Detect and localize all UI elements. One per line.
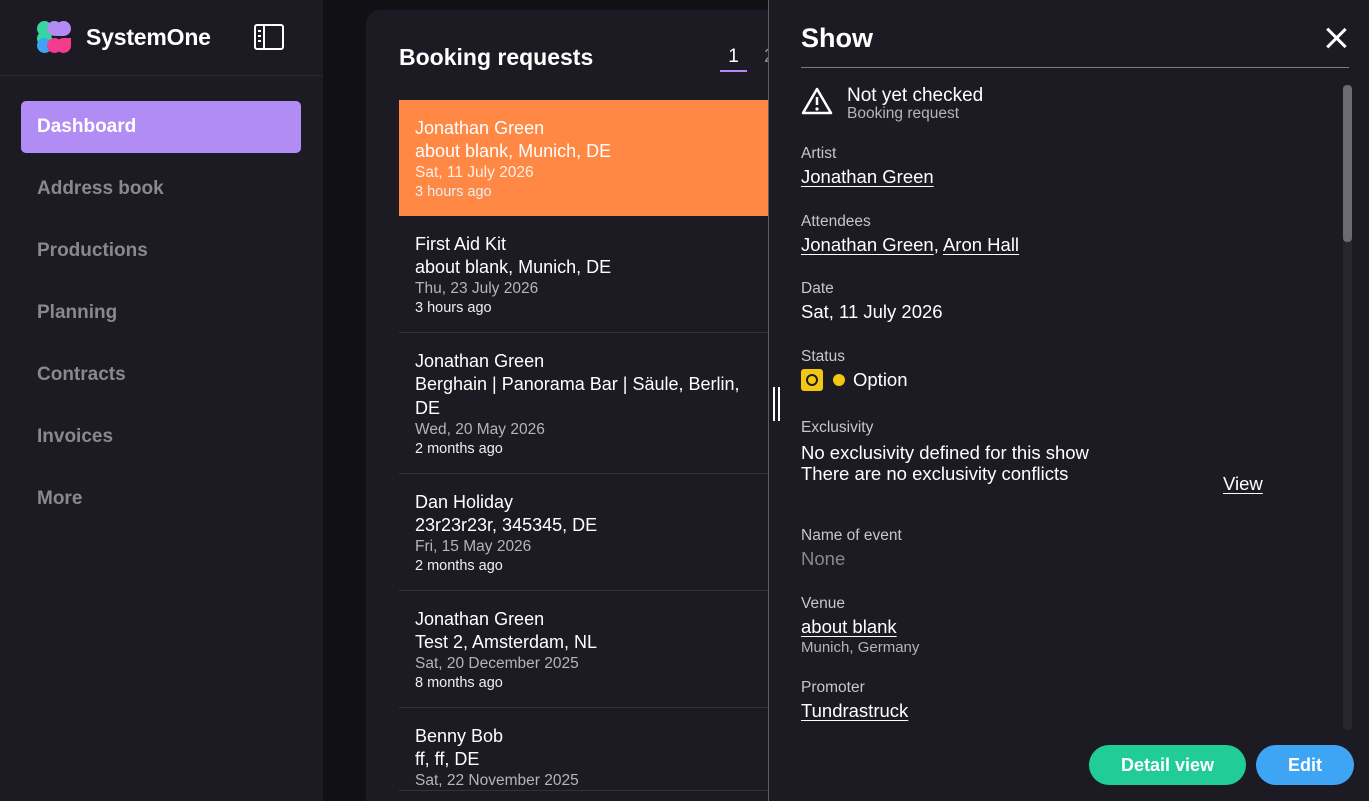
status-label: Status — [801, 348, 845, 365]
warning-subtitle: Booking request — [847, 105, 960, 122]
list-item[interactable]: Jonathan Green Test 2, Amsterdam, NL Sat… — [399, 591, 779, 708]
sidebar: SystemOne Dashboard Address book Product… — [0, 0, 323, 801]
check-status: Not yet checked Booking request — [801, 85, 1311, 125]
item-place: about blank, Munich, DE — [415, 257, 612, 277]
date-value: Sat, 11 July 2026 — [801, 301, 943, 322]
panel-title: Booking requests — [399, 44, 594, 70]
page-1-button[interactable]: 1 — [720, 46, 747, 72]
status-field: Status Option — [801, 347, 908, 392]
drawer-body: Not yet checked Booking request Artist J… — [801, 85, 1311, 721]
detail-view-button[interactable]: Detail view — [1089, 745, 1246, 785]
item-name: Jonathan Green — [415, 609, 545, 629]
list-item[interactable]: Dan Holiday 23r23r23r, 345345, DE Fri, 1… — [399, 474, 779, 591]
systemone-logo-icon — [37, 21, 71, 53]
list-item[interactable]: First Aid Kit about blank, Munich, DE Th… — [399, 216, 779, 333]
item-ago: 3 hours ago — [415, 184, 492, 200]
artist-link[interactable]: Jonathan Green — [801, 166, 934, 187]
attendees-field: Attendees Jonathan Green, Aron Hall — [801, 212, 1019, 257]
close-icon[interactable] — [1325, 27, 1347, 49]
item-name: First Aid Kit — [415, 234, 507, 254]
artist-field: Artist Jonathan Green — [801, 144, 934, 189]
scrollbar-thumb[interactable] — [1343, 85, 1352, 242]
booking-list: Jonathan Green about blank, Munich, DE S… — [399, 100, 779, 791]
brand-name: SystemOne — [86, 24, 211, 50]
item-date: Sat, 11 July 2026 — [415, 164, 534, 181]
item-name: Jonathan Green — [415, 351, 545, 371]
artist-label: Artist — [801, 145, 837, 162]
event-name-field: Name of event None — [801, 526, 902, 571]
date-field: Date Sat, 11 July 2026 — [801, 279, 943, 324]
sidebar-toggle-icon[interactable] — [254, 24, 284, 50]
item-ago: 8 months ago — [415, 675, 503, 691]
item-place: about blank, Munich, DE — [415, 141, 612, 161]
item-place: Berghain | Panorama Bar | Säule, Berlin,… — [415, 374, 740, 418]
attendee-link[interactable]: Aron Hall — [943, 234, 1019, 255]
drawer-resize-handle[interactable] — [773, 387, 780, 421]
item-name: Jonathan Green — [415, 118, 545, 138]
exclusivity-label: Exclusivity — [801, 419, 874, 436]
date-label: Date — [801, 280, 834, 297]
list-item[interactable]: Benny Bob ff, ff, DE Sat, 22 November 20… — [399, 708, 779, 791]
edit-button[interactable]: Edit — [1256, 745, 1354, 785]
sidebar-header: SystemOne — [0, 0, 323, 76]
drawer-title: Show — [801, 23, 873, 53]
attendees-label: Attendees — [801, 213, 871, 230]
venue-location: Munich, Germany — [801, 639, 920, 656]
venue-field: Venue about blank Munich, Germany — [801, 594, 919, 657]
sidebar-nav: Dashboard Address book Productions Plann… — [21, 101, 301, 535]
sidebar-item-productions[interactable]: Productions — [21, 225, 301, 277]
sidebar-item-planning[interactable]: Planning — [21, 287, 301, 339]
option-badge-icon — [801, 368, 823, 391]
status-value: Option — [853, 369, 908, 390]
item-name: Benny Bob — [415, 726, 504, 746]
venue-link[interactable]: about blank — [801, 616, 897, 637]
attendee-link[interactable]: Jonathan Green — [801, 234, 934, 255]
item-date: Sat, 20 December 2025 — [415, 655, 579, 672]
list-item[interactable]: Jonathan Green about blank, Munich, DE S… — [399, 100, 779, 216]
sidebar-item-contracts[interactable]: Contracts — [21, 349, 301, 401]
promoter-field: Promoter Tundrastruck — [801, 678, 908, 723]
item-date: Sat, 22 November 2025 — [415, 772, 579, 789]
app-root: SystemOne Dashboard Address book Product… — [0, 0, 1369, 801]
list-item[interactable]: Jonathan Green Berghain | Panorama Bar |… — [399, 333, 779, 474]
sidebar-item-invoices[interactable]: Invoices — [21, 411, 301, 463]
item-ago: 2 months ago — [415, 441, 503, 457]
booking-requests-panel: Booking requests 1 2 Jonathan Green abou… — [366, 10, 786, 801]
attendee-separator: , — [933, 234, 939, 255]
show-drawer: Show Not yet checked Booking request Art… — [768, 0, 1369, 801]
item-ago: 2 months ago — [415, 558, 503, 574]
item-place: 23r23r23r, 345345, DE — [415, 515, 598, 535]
warning-title: Not yet checked — [847, 85, 984, 106]
item-name: Dan Holiday — [415, 492, 514, 512]
sidebar-item-dashboard[interactable]: Dashboard — [21, 101, 301, 153]
status-dot — [833, 373, 845, 386]
exclusivity-line1: No exclusivity defined for this show — [801, 442, 1089, 463]
item-place: Test 2, Amsterdam, NL — [415, 632, 598, 652]
sidebar-item-address-book[interactable]: Address book — [21, 163, 301, 215]
promoter-link[interactable]: Tundrastruck — [801, 700, 908, 721]
drawer-scrollbar[interactable] — [1343, 85, 1352, 730]
warning-icon — [801, 87, 833, 115]
item-ago: 3 hours ago — [415, 300, 492, 316]
view-exclusivity-link[interactable]: View — [1223, 473, 1263, 495]
item-place: ff, ff, DE — [415, 749, 480, 769]
sidebar-item-more[interactable]: More — [21, 473, 301, 525]
event-name-label: Name of event — [801, 527, 902, 544]
divider — [801, 67, 1349, 68]
venue-label: Venue — [801, 595, 845, 612]
event-name-value: None — [801, 548, 846, 569]
item-date: Fri, 15 May 2026 — [415, 538, 532, 555]
item-date: Wed, 20 May 2026 — [415, 421, 545, 438]
promoter-label: Promoter — [801, 679, 865, 696]
item-date: Thu, 23 July 2026 — [415, 280, 539, 297]
